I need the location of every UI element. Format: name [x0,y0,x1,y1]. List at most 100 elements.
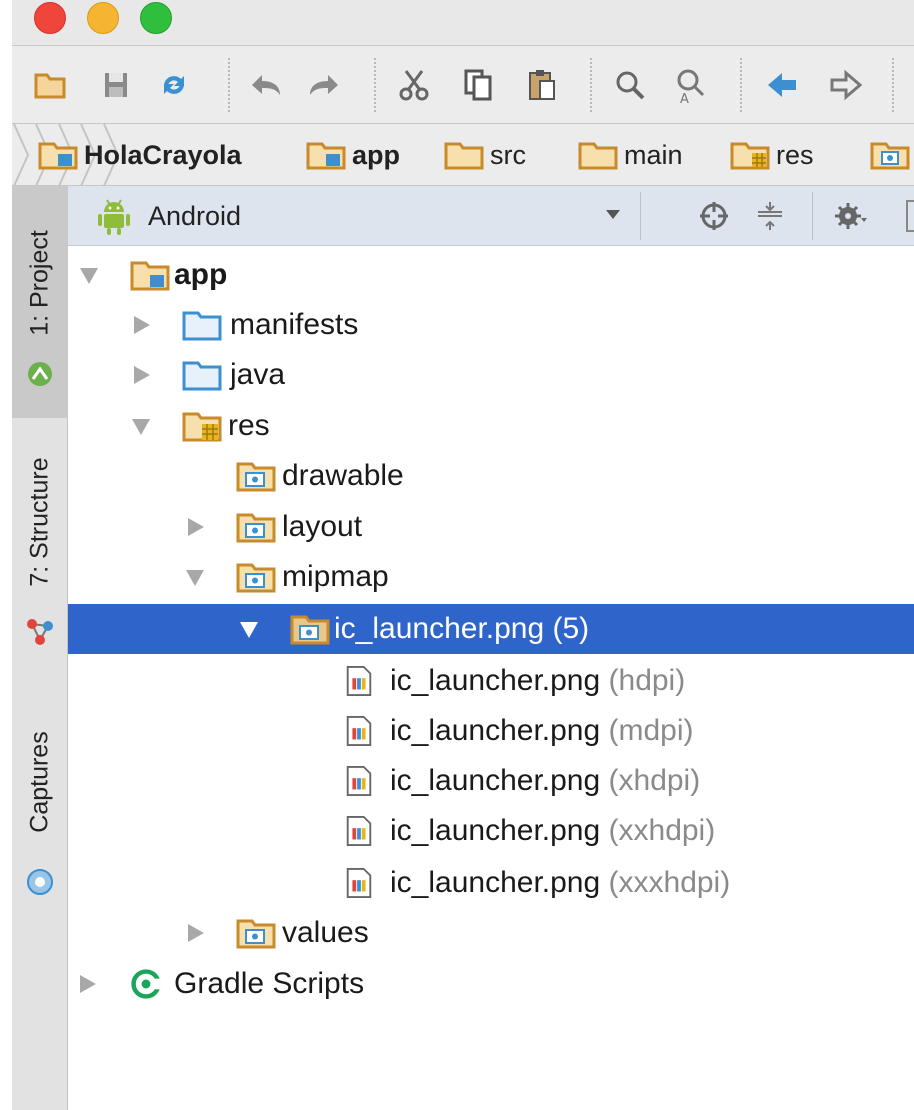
tree-node-label: layout [282,510,363,543]
breadcrumb-label: app [352,139,401,170]
tree-node-label: res [228,409,270,442]
tree-node-label: values [282,916,369,949]
android-icon [28,362,52,386]
tree-node-app[interactable]: app [68,250,914,300]
replace-icon[interactable]: A [668,63,712,107]
open-folder-icon[interactable] [28,63,72,107]
gear-icon[interactable] [832,198,868,234]
find-icon[interactable] [608,63,652,107]
paste-icon[interactable] [520,63,564,107]
tree-node-ic-launcher-mdpi[interactable]: ic_launcher.png (mdpi) [68,706,914,756]
collapse-arrow-icon[interactable] [186,570,204,586]
undo-icon[interactable] [244,63,288,107]
tree-node-ic-launcher-hdpi[interactable]: ic_launcher.png (hdpi) [68,656,914,706]
breadcrumb-item-holacrayola[interactable]: HolaCrayola [38,124,242,186]
collapse-arrow-icon[interactable] [80,268,98,284]
toolbar-separator [374,58,376,112]
tree-node-values[interactable]: values [68,908,914,958]
forward-icon[interactable] [824,63,868,107]
collapse-all-icon[interactable] [752,198,788,234]
zoom-window-button[interactable] [140,2,172,34]
project-view-selector[interactable]: Android [148,186,241,246]
image-file-icon [346,715,372,747]
navigation-breadcrumb: HolaCrayola app src main res [12,123,914,187]
window-title-bar [12,0,914,46]
tree-node-label: manifests [230,308,359,341]
breadcrumb-item-src[interactable]: src [444,124,526,186]
tree-node-label: java [230,358,286,391]
tool-tab-label: 7: Structure [25,457,54,587]
tree-node-label: app [174,258,228,291]
breadcrumb-label: res [776,139,814,170]
tree-node-java[interactable]: java [68,350,914,400]
expand-arrow-icon[interactable] [134,366,150,384]
tool-tab-captures[interactable]: Captures [12,706,68,906]
breadcrumb-label: src [490,139,526,170]
tree-node-ic-launcher-xxhdpi[interactable]: ic_launcher.png (xxhdpi) [68,806,914,856]
copy-icon[interactable] [456,63,500,107]
tree-node-ic-launcher-xxxhdpi[interactable]: ic_launcher.png (xxxhdpi) [68,858,914,908]
tree-node-label: Gradle Scripts [174,967,365,1000]
breadcrumb-label: HolaCrayola [84,139,242,170]
breadcrumb-item-res[interactable]: res [730,124,814,186]
tree-node-label: drawable [282,459,404,492]
image-file-icon [346,867,372,899]
res-folder-icon [236,513,276,543]
tree-node-mipmap[interactable]: mipmap [68,552,914,602]
main-toolbar: A [12,46,914,124]
collapse-arrow-icon[interactable] [132,419,150,435]
minimize-window-button[interactable] [87,2,119,34]
breadcrumb-item-truncated[interactable] [870,124,914,186]
expand-arrow-icon[interactable] [188,518,204,536]
module-folder-icon [130,261,170,291]
collapse-arrow-icon[interactable] [240,622,258,638]
image-file-icon [346,815,372,847]
breadcrumb-item-app[interactable]: app [306,124,400,186]
tree-node-label: ic_launcher.png (xxhdpi) [390,814,716,847]
resource-folder-icon [870,142,910,170]
chevron-down-icon[interactable] [606,210,620,219]
tool-tab-label: 1: Project [25,230,54,337]
folder-icon [444,142,484,170]
close-window-button[interactable] [34,2,66,34]
tool-tab-project[interactable]: 1: Project [12,186,68,418]
captures-icon [27,869,53,895]
tree-node-res[interactable]: res [68,401,914,451]
back-icon[interactable] [760,63,804,107]
tree-node-manifests[interactable]: manifests [68,300,914,350]
breadcrumb-item-main[interactable]: main [578,124,683,186]
expand-arrow-icon[interactable] [134,316,150,334]
svg-text:A: A [680,92,689,105]
tree-node-label: ic_launcher.png (mdpi) [390,714,694,747]
cut-icon[interactable] [392,63,436,107]
density-qualifier: (xhdpi) [608,764,701,797]
tree-node-gradle-scripts[interactable]: Gradle Scripts [68,959,914,1009]
expand-arrow-icon[interactable] [80,975,96,993]
module-folder-icon [306,142,346,170]
sync-icon[interactable] [152,63,196,107]
save-icon[interactable] [94,63,138,107]
tree-node-ic-launcher-group[interactable]: ic_launcher.png (5) [68,604,914,654]
project-tree: app manifests java res drawable layout m… [68,246,914,1110]
res-folder-icon [290,615,330,645]
tree-node-drawable[interactable]: drawable [68,451,914,501]
panel-edge-icon [906,200,914,232]
expand-arrow-icon[interactable] [188,924,204,942]
tool-tab-structure[interactable]: 7: Structure [12,426,68,666]
tree-node-label: ic_launcher.png (xxxhdpi) [390,866,731,899]
folder-icon [578,142,618,170]
android-icon [98,199,130,235]
toolbar-separator [892,58,894,112]
resource-folder-icon [182,412,222,442]
breadcrumb-label: main [624,139,683,170]
tree-node-layout[interactable]: layout [68,502,914,552]
blue-folder-icon [182,361,222,391]
toolbar-separator [740,58,742,112]
tree-node-ic-launcher-xhdpi[interactable]: ic_launcher.png (xhdpi) [68,756,914,806]
image-file-icon [346,765,372,797]
scroll-from-source-icon[interactable] [696,198,732,234]
redo-icon[interactable] [302,63,346,107]
gradle-icon [131,969,162,999]
tree-node-label: ic_launcher.png (hdpi) [390,664,686,697]
density-qualifier: (hdpi) [608,664,686,697]
